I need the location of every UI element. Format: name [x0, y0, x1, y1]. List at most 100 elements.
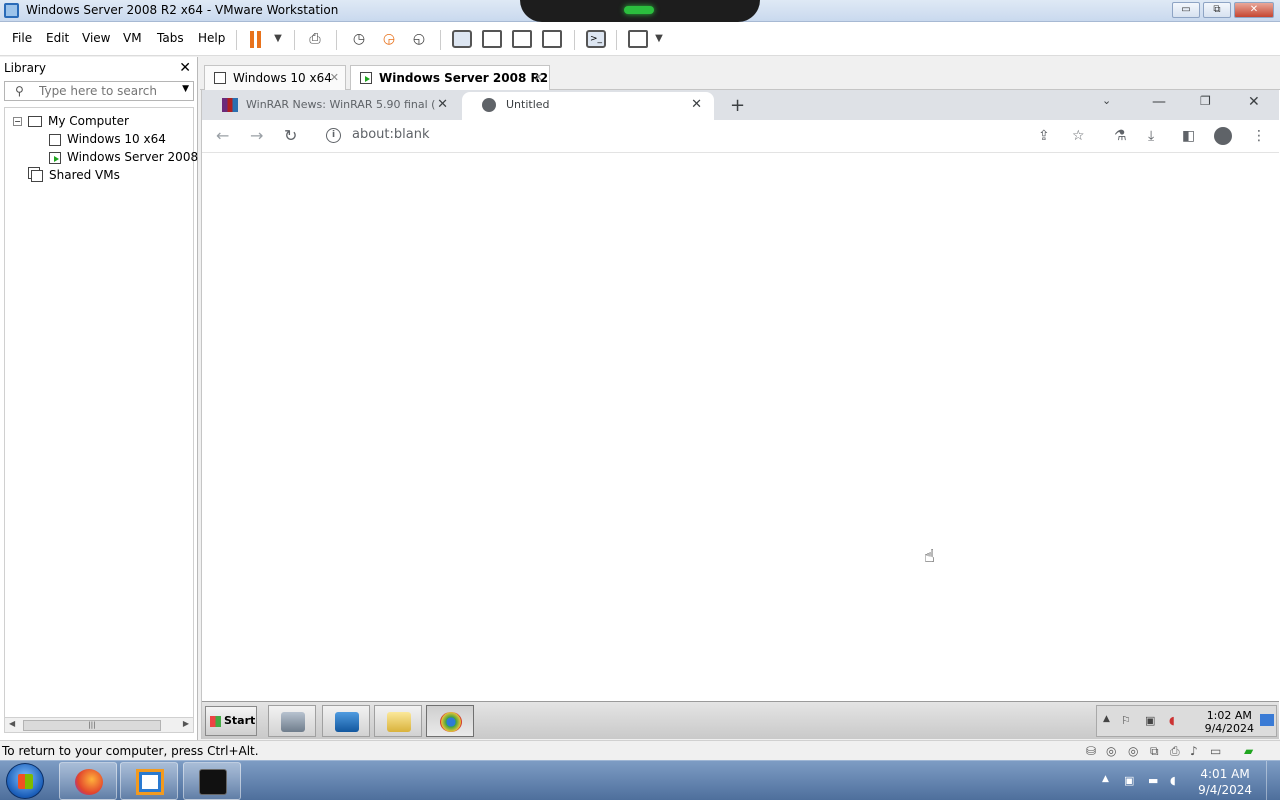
close-button[interactable]: ✕	[1234, 2, 1274, 18]
revert-snapshot-icon[interactable]: ◶	[380, 30, 398, 48]
sound-card-icon[interactable]: ♪	[1190, 744, 1198, 758]
close-tab-icon[interactable]: ✕	[691, 92, 702, 118]
side-panel-icon[interactable]: ◧	[1182, 128, 1195, 144]
display-icon[interactable]: ▭	[1210, 744, 1221, 758]
close-tab-icon[interactable]: ✕	[330, 66, 339, 90]
download-icon[interactable]: ⤓	[1148, 128, 1154, 144]
vmware-taskbar-button[interactable]	[120, 762, 178, 800]
unity-icon[interactable]	[542, 30, 562, 48]
guest-clock[interactable]: 1:02 AM 9/4/2024	[1205, 709, 1254, 735]
menu-tabs[interactable]: Tabs	[157, 31, 184, 45]
globe-icon	[482, 98, 496, 112]
library-search[interactable]: ⚲ ▼	[4, 81, 194, 101]
vm-tab-label: Windows 10 x64	[233, 71, 332, 85]
menu-vm[interactable]: VM	[123, 31, 142, 45]
show-hidden-icons-icon[interactable]: ▲	[1102, 774, 1109, 784]
guest-clock-date: 9/4/2024	[1204, 722, 1254, 735]
cd-dvd-2-icon[interactable]: ◎	[1128, 744, 1138, 758]
host-clock[interactable]: 4:01 AM 9/4/2024	[1198, 766, 1252, 798]
tree-item-my-computer[interactable]: − My Computer	[13, 112, 129, 130]
forward-icon[interactable]: →	[250, 126, 263, 145]
guest-start-button[interactable]: Start	[205, 706, 257, 736]
snapshot-manager-icon[interactable]: ◵	[410, 30, 428, 48]
tree-item-windows-10[interactable]: Windows 10 x64	[49, 130, 166, 148]
volume-icon[interactable]: ◖	[1170, 774, 1176, 787]
folder-icon	[387, 712, 411, 732]
scrollbar-thumb[interactable]: |||	[23, 720, 161, 731]
guest-display[interactable]: WinRAR News: WinRAR 5.90 final ( ✕ Untit…	[201, 90, 1280, 739]
search-dropdown-icon[interactable]: ▼	[182, 84, 189, 94]
collapse-icon[interactable]: −	[13, 117, 22, 126]
vm-tab-windows-server[interactable]: Windows Server 2008 R2 ... ✕	[350, 65, 550, 109]
powershell-button[interactable]	[322, 705, 370, 737]
browser-restore-icon[interactable]: ❐	[1200, 94, 1211, 108]
menu-file[interactable]: File	[12, 31, 32, 45]
info-icon[interactable]: i	[326, 128, 341, 143]
tree-label: My Computer	[48, 114, 129, 128]
server-manager-button[interactable]	[268, 705, 316, 737]
hard-disk-icon[interactable]: ⛁	[1086, 744, 1096, 758]
printer-icon[interactable]: ⎙	[1170, 744, 1180, 759]
toolbar-separator	[440, 30, 441, 50]
share-icon[interactable]: ⇪	[1038, 128, 1050, 144]
vm-tab-windows-10[interactable]: Windows 10 x64 ✕	[204, 65, 346, 91]
scroll-left-icon[interactable]: ◀	[9, 719, 15, 728]
menu-edit[interactable]: Edit	[46, 31, 69, 45]
browser-tab-winrar[interactable]: WinRAR News: WinRAR 5.90 final ( ✕	[202, 92, 460, 120]
close-tab-icon[interactable]: ✕	[534, 66, 543, 90]
vmware-icon	[136, 769, 164, 795]
restore-button[interactable]: ⧉	[1203, 2, 1231, 18]
send-ctrl-alt-del-icon[interactable]: ⎙	[306, 30, 324, 48]
terminal-taskbar-button[interactable]	[183, 762, 241, 800]
library-search-input[interactable]	[39, 84, 179, 98]
bookmark-star-icon[interactable]: ☆	[1072, 128, 1085, 144]
cd-dvd-icon[interactable]: ◎	[1106, 744, 1116, 758]
show-library-icon[interactable]	[452, 30, 472, 48]
stretch-dropdown-icon[interactable]: ▼	[650, 30, 668, 48]
stretch-guest-icon[interactable]	[628, 30, 648, 48]
address-bar[interactable]: i	[316, 124, 1036, 150]
address-input[interactable]	[352, 127, 852, 142]
show-desktop-button[interactable]	[1266, 761, 1280, 800]
back-icon[interactable]: ←	[216, 126, 229, 145]
console-view-icon[interactable]: >_	[586, 30, 606, 48]
guest-show-desktop-button[interactable]	[1260, 714, 1274, 726]
browser-close-icon[interactable]: ✕	[1248, 94, 1260, 110]
explorer-button[interactable]	[374, 705, 422, 737]
network-icon[interactable]: ▣	[1145, 714, 1155, 727]
message-log-icon[interactable]: ▰	[1244, 744, 1253, 758]
new-tab-icon[interactable]: +	[730, 95, 745, 116]
volume-muted-icon[interactable]: ◖	[1169, 714, 1175, 727]
tab-search-icon[interactable]: ⌄	[1102, 94, 1111, 107]
chrome-taskbar-button[interactable]	[426, 705, 474, 737]
full-screen-icon[interactable]	[512, 30, 532, 48]
network-adapter-icon[interactable]: ⧉	[1150, 744, 1159, 759]
menu-view[interactable]: View	[82, 31, 110, 45]
reload-icon[interactable]: ↻	[284, 126, 297, 145]
library-scrollbar[interactable]: ◀ ||| ▶	[4, 717, 194, 733]
tree-item-windows-server-2008[interactable]: Windows Server 2008 R2	[49, 148, 218, 166]
snapshot-icon[interactable]: ◷	[350, 30, 368, 48]
labs-flask-icon[interactable]: ⚗	[1114, 128, 1127, 144]
browser-tab-untitled[interactable]: Untitled ✕	[462, 92, 714, 120]
scroll-right-icon[interactable]: ▶	[183, 719, 189, 728]
browser-minimize-icon[interactable]: —	[1152, 94, 1166, 110]
close-tab-icon[interactable]: ✕	[437, 92, 448, 118]
window-title: Windows Server 2008 R2 x64 - VMware Work…	[26, 3, 339, 17]
thumbnail-bar-icon[interactable]	[482, 30, 502, 48]
pause-icon[interactable]	[250, 31, 264, 48]
library-close-icon[interactable]: ✕	[179, 60, 191, 76]
vmware-tray-icon[interactable]: ▣	[1124, 774, 1134, 787]
action-center-flag-icon[interactable]: ⚐	[1121, 714, 1131, 727]
minimize-button[interactable]: ▭	[1172, 2, 1200, 18]
profile-avatar-icon[interactable]	[1214, 127, 1232, 145]
firefox-taskbar-button[interactable]	[59, 762, 117, 800]
show-hidden-icons-icon[interactable]: ▲	[1103, 714, 1110, 724]
browser-page-content[interactable]: ☝	[202, 154, 1279, 701]
pause-dropdown-icon[interactable]: ▼	[269, 30, 287, 48]
menu-kebab-icon[interactable]: ⋮	[1252, 128, 1266, 144]
start-orb-icon[interactable]	[6, 763, 44, 799]
tree-item-shared-vms[interactable]: Shared VMs	[31, 166, 120, 184]
monitor-icon[interactable]: ▬	[1148, 774, 1158, 787]
menu-help[interactable]: Help	[198, 31, 225, 45]
